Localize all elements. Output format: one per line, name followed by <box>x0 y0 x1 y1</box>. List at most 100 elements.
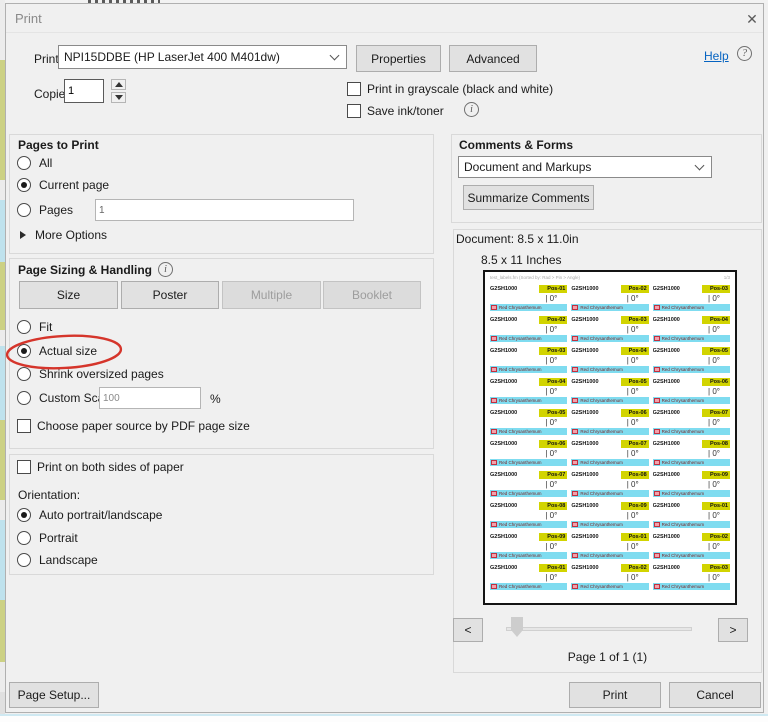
cell-top-line: G2SH1000Pos-08 <box>571 471 648 480</box>
chevron-down-icon <box>330 51 340 61</box>
current-page-radio[interactable] <box>17 178 31 192</box>
cancel-button[interactable]: Cancel <box>669 682 761 708</box>
cell-pos-badge: Pos-09 <box>702 471 730 479</box>
save-ink-checkbox[interactable] <box>347 104 361 118</box>
print-button[interactable]: Print <box>569 682 661 708</box>
cell-angle: | 0° <box>490 480 567 490</box>
custom-scale-input[interactable] <box>99 387 201 409</box>
cell-species-bar: Red Chrysanthemum <box>653 490 730 497</box>
flower-icon <box>491 367 497 372</box>
cell-species: Red Chrysanthemum <box>662 522 705 527</box>
paper-source-checkbox[interactable] <box>17 419 31 433</box>
landscape-radio[interactable] <box>17 553 31 567</box>
printer-select[interactable]: NPI15DDBE (HP LaserJet 400 M401dw) <box>58 45 347 69</box>
save-ink-option[interactable]: Save ink/toner <box>347 104 444 118</box>
cell-species-bar: Red Chrysanthemum <box>490 490 567 497</box>
grayscale-checkbox[interactable] <box>347 82 361 96</box>
grayscale-label: Print in grayscale (black and white) <box>367 82 553 96</box>
chevron-down-icon <box>695 161 705 171</box>
paper-source-option[interactable]: Choose paper source by PDF page size <box>17 419 250 433</box>
cell-code: G2SH1000 <box>571 471 598 479</box>
cell-species: Red Chrysanthemum <box>499 584 542 589</box>
cell-angle: | 0° <box>490 294 567 304</box>
page-sizing-info-icon[interactable]: i <box>158 262 173 277</box>
page-setup-button[interactable]: Page Setup... <box>9 682 99 708</box>
cell-angle: | 0° <box>653 480 730 490</box>
cell-top-line: G2SH1000Pos-03 <box>490 347 567 356</box>
size-button[interactable]: Size <box>19 281 118 309</box>
preview-slider-track[interactable] <box>506 627 692 631</box>
cell-code: G2SH1000 <box>490 316 517 324</box>
cell-top-line: G2SH1000Pos-05 <box>653 347 730 356</box>
both-sides-checkbox[interactable] <box>17 460 31 474</box>
cell-pos-badge: Pos-01 <box>539 564 567 572</box>
custom-scale-radio[interactable] <box>17 391 31 405</box>
both-sides-option[interactable]: Print on both sides of paper <box>17 460 184 474</box>
page-preview-thumbnail: test_labels.fm (Sorted by: Rad > Pin > A… <box>483 270 737 605</box>
paper-source-label: Choose paper source by PDF page size <box>37 419 250 433</box>
cell-code: G2SH1000 <box>571 347 598 355</box>
properties-button[interactable]: Properties <box>356 45 441 72</box>
label-cell: G2SH1000 Pos-09| 0°Red Chrysanthemum <box>571 502 648 533</box>
cell-angle: | 0° <box>571 325 648 335</box>
flower-icon <box>654 398 660 403</box>
next-page-button[interactable]: > <box>718 618 748 642</box>
pages-all-option[interactable]: All <box>17 156 52 170</box>
cell-code: G2SH1000 <box>653 502 680 510</box>
help-icon[interactable]: ? <box>737 46 752 61</box>
close-icon[interactable]: ✕ <box>742 9 762 29</box>
cell-top-line: G2SH1000Pos-02 <box>571 285 648 294</box>
cell-top-line: G2SH1000Pos-05 <box>571 378 648 387</box>
copies-increment-button[interactable] <box>111 79 126 90</box>
cell-code: G2SH1000 <box>571 502 598 510</box>
all-radio[interactable] <box>17 156 31 170</box>
cell-top-line: G2SH1000Pos-04 <box>571 347 648 356</box>
flower-icon <box>654 429 660 434</box>
cell-code: G2SH1000 <box>653 347 680 355</box>
shrink-radio[interactable] <box>17 367 31 381</box>
auto-orientation-radio[interactable] <box>17 508 31 522</box>
cell-angle: | 0° <box>490 418 567 428</box>
cell-angle: | 0° <box>571 511 648 521</box>
pages-range-input[interactable] <box>95 199 354 221</box>
cell-code: G2SH1000 <box>653 471 680 479</box>
all-label: All <box>39 156 52 170</box>
cell-code: G2SH1000 <box>653 409 680 417</box>
cell-species-bar: Red Chrysanthemum <box>571 521 648 528</box>
cell-top-line: G2SH1000 Pos-09 <box>571 502 648 511</box>
cell-angle: | 0° <box>653 325 730 335</box>
portrait-radio[interactable] <box>17 531 31 545</box>
pages-range-option[interactable]: Pages <box>17 203 73 217</box>
poster-button[interactable]: Poster <box>121 281 219 309</box>
flower-icon <box>572 367 578 372</box>
landscape-option[interactable]: Landscape <box>17 553 98 567</box>
cell-angle: | 0° <box>571 294 648 304</box>
cell-angle: | 0° <box>571 573 648 583</box>
cell-code: G2SH1000 <box>490 378 517 386</box>
cell-species: Red Chrysanthemum <box>499 522 542 527</box>
save-ink-info-icon[interactable]: i <box>464 102 479 117</box>
previous-page-button[interactable]: < <box>453 618 483 642</box>
pages-current-option[interactable]: Current page <box>17 178 109 192</box>
help-link[interactable]: Help <box>704 49 729 63</box>
cell-pos-badge: Pos-09 <box>621 502 649 510</box>
copies-input[interactable] <box>64 79 104 103</box>
auto-orientation-option[interactable]: Auto portrait/landscape <box>17 508 162 522</box>
page-status: Page 1 of 1 (1) <box>453 650 762 664</box>
shrink-option[interactable]: Shrink oversized pages <box>17 367 164 381</box>
label-cell: G2SH1000Pos-01| 0°Red Chrysanthemum <box>653 502 730 533</box>
summarize-comments-button[interactable]: Summarize Comments <box>463 185 594 210</box>
grayscale-option[interactable]: Print in grayscale (black and white) <box>347 82 553 96</box>
more-options-toggle[interactable]: More Options <box>20 228 107 242</box>
label-cell: G2SH1000Pos-08| 0°Red Chrysanthemum <box>571 471 648 502</box>
cell-species-bar: Red Chrysanthemum <box>490 459 567 466</box>
comments-forms-select[interactable]: Document and Markups <box>458 156 712 178</box>
cell-code: G2SH1000 <box>653 378 680 386</box>
portrait-option[interactable]: Portrait <box>17 531 78 545</box>
copies-decrement-button[interactable] <box>111 92 126 103</box>
cell-code: G2SH1000 <box>653 285 680 293</box>
advanced-button[interactable]: Advanced <box>449 45 537 72</box>
cell-angle: | 0° <box>571 356 648 366</box>
cell-code: G2SH1000 <box>490 471 517 479</box>
pages-radio[interactable] <box>17 203 31 217</box>
